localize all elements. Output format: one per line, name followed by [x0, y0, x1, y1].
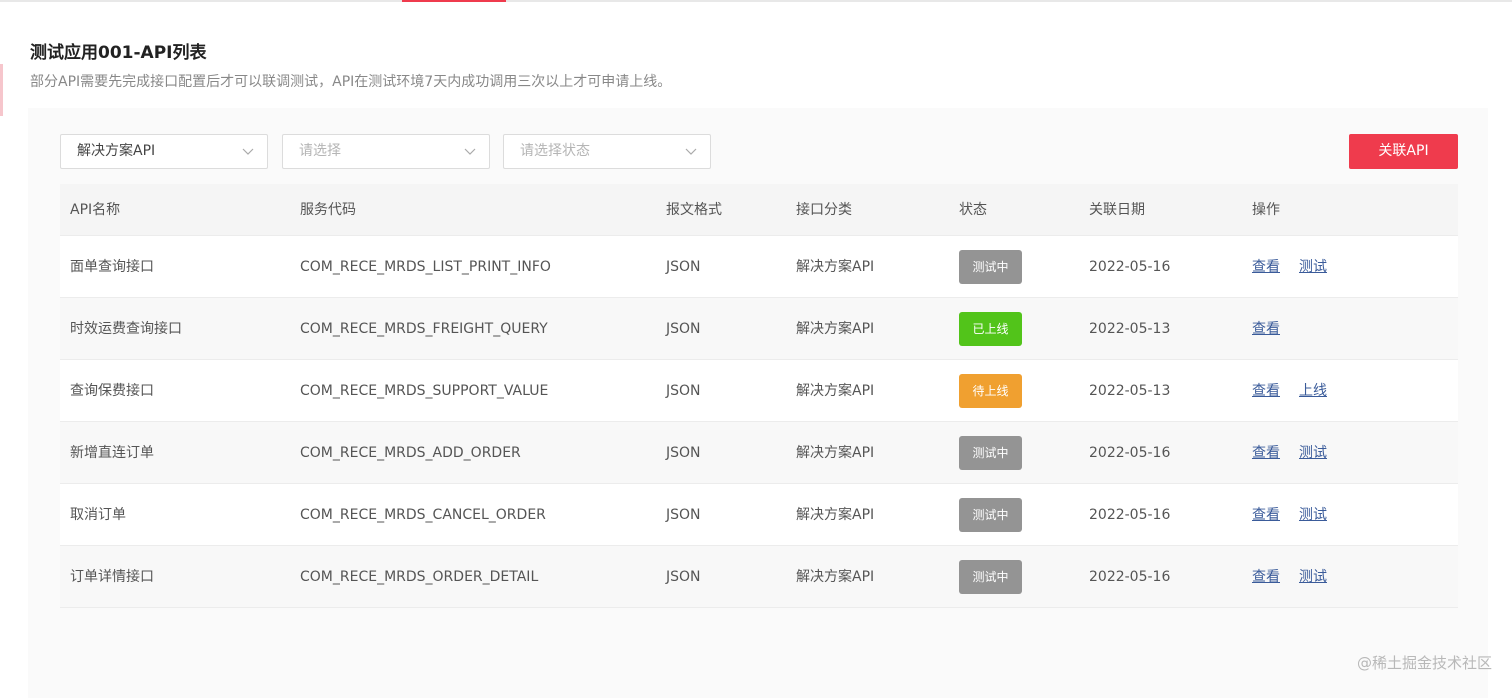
test-link[interactable]: 测试 — [1299, 422, 1327, 484]
status-badge: 测试中 — [959, 250, 1022, 284]
column-header-code: 服务代码 — [300, 202, 356, 218]
date-cell: 2022-05-13 — [1089, 383, 1171, 399]
test-link[interactable]: 测试 — [1299, 546, 1327, 608]
format-cell: JSON — [666, 445, 701, 461]
view-link[interactable]: 查看 — [1252, 422, 1280, 484]
column-header-date: 关联日期 — [1089, 202, 1145, 218]
view-link[interactable]: 查看 — [1252, 546, 1280, 608]
chevron-down-icon — [685, 148, 697, 155]
format-cell: JSON — [666, 321, 701, 337]
date-cell: 2022-05-16 — [1089, 259, 1171, 275]
column-header-format: 报文格式 — [666, 202, 722, 218]
view-link[interactable]: 查看 — [1252, 236, 1280, 298]
column-header-actions: 操作 — [1252, 202, 1280, 218]
category-cell: 解决方案API — [796, 321, 875, 337]
date-cell: 2022-05-13 — [1089, 321, 1171, 337]
api-name-cell: 时效运费查询接口 — [70, 321, 182, 337]
test-link[interactable]: 测试 — [1299, 236, 1327, 298]
associate-api-button[interactable]: 关联API — [1349, 134, 1458, 169]
view-link[interactable]: 查看 — [1252, 360, 1280, 422]
table-row: 取消订单 COM_RECE_MRDS_CANCEL_ORDER JSON 解决方案AP… — [60, 484, 1458, 546]
test-link[interactable]: 测试 — [1299, 484, 1327, 546]
top-border — [0, 0, 1512, 2]
service-code-cell: COM_RECE_MRDS_FREIGHT_QUERY — [300, 321, 548, 337]
api-table: API名称 服务代码 报文格式 接口分类 状态 关联日期 操作 面单查询接口 CO… — [60, 184, 1458, 608]
format-cell: JSON — [666, 507, 701, 523]
category-cell: 解决方案API — [796, 383, 875, 399]
go-live-link[interactable]: 上线 — [1299, 360, 1327, 422]
status-select-placeholder: 请选择状态 — [520, 143, 590, 159]
category-cell: 解决方案API — [796, 569, 875, 585]
table-row: 新增直连订单 COM_RECE_MRDS_ADD_ORDER JSON 解决方案API… — [60, 422, 1458, 484]
service-code-cell: COM_RECE_MRDS_LIST_PRINT_INFO — [300, 259, 551, 275]
status-badge: 测试中 — [959, 560, 1022, 594]
service-code-cell: COM_RECE_MRDS_ADD_ORDER — [300, 445, 521, 461]
left-accent-bar — [0, 64, 3, 116]
column-header-category: 接口分类 — [796, 202, 852, 218]
category-cell: 解决方案API — [796, 507, 875, 523]
status-badge: 已上线 — [959, 312, 1022, 346]
status-badge: 测试中 — [959, 436, 1022, 470]
page-title: 测试应用001-API列表 — [30, 43, 207, 63]
chevron-down-icon — [242, 148, 254, 155]
api-name-cell: 查询保费接口 — [70, 383, 154, 399]
table-body: 面单查询接口 COM_RECE_MRDS_LIST_PRINT_INFO JSON 解… — [60, 236, 1458, 608]
table-row: 订单详情接口 COM_RECE_MRDS_ORDER_DETAIL JSON 解决方案… — [60, 546, 1458, 608]
service-code-cell: COM_RECE_MRDS_ORDER_DETAIL — [300, 569, 539, 585]
api-name-cell: 取消订单 — [70, 507, 126, 523]
category-select[interactable]: 解决方案API — [60, 134, 268, 169]
format-cell: JSON — [666, 383, 701, 399]
view-link[interactable]: 查看 — [1252, 484, 1280, 546]
active-tab-indicator — [402, 0, 506, 2]
api-name-cell: 订单详情接口 — [70, 569, 154, 585]
table-header: API名称 服务代码 报文格式 接口分类 状态 关联日期 操作 — [60, 184, 1458, 236]
column-header-status: 状态 — [959, 202, 987, 218]
api-name-cell: 面单查询接口 — [70, 259, 154, 275]
status-badge: 测试中 — [959, 498, 1022, 532]
watermark: @稀土掘金技术社区 — [1356, 654, 1492, 672]
date-cell: 2022-05-16 — [1089, 445, 1171, 461]
date-cell: 2022-05-16 — [1089, 507, 1171, 523]
table-row: 时效运费查询接口 COM_RECE_MRDS_FREIGHT_QUERY JSON 解… — [60, 298, 1458, 360]
status-badge: 待上线 — [959, 374, 1022, 408]
format-cell: JSON — [666, 569, 701, 585]
category-cell: 解决方案API — [796, 445, 875, 461]
secondary-select[interactable]: 请选择 — [282, 134, 490, 169]
column-header-name: API名称 — [70, 202, 121, 218]
status-select[interactable]: 请选择状态 — [503, 134, 711, 169]
page-description: 部分API需要先完成接口配置后才可以联调测试，API在测试环境7天内成功调用三次… — [30, 74, 672, 90]
table-row: 面单查询接口 COM_RECE_MRDS_LIST_PRINT_INFO JSON 解… — [60, 236, 1458, 298]
table-row: 查询保费接口 COM_RECE_MRDS_SUPPORT_VALUE JSON 解决方… — [60, 360, 1458, 422]
date-cell: 2022-05-16 — [1089, 569, 1171, 585]
chevron-down-icon — [464, 148, 476, 155]
category-cell: 解决方案API — [796, 259, 875, 275]
service-code-cell: COM_RECE_MRDS_CANCEL_ORDER — [300, 507, 546, 523]
format-cell: JSON — [666, 259, 701, 275]
service-code-cell: COM_RECE_MRDS_SUPPORT_VALUE — [300, 383, 549, 399]
secondary-select-placeholder: 请选择 — [299, 143, 341, 159]
category-select-value: 解决方案API — [77, 143, 156, 159]
view-link[interactable]: 查看 — [1252, 298, 1280, 360]
api-name-cell: 新增直连订单 — [70, 445, 154, 461]
